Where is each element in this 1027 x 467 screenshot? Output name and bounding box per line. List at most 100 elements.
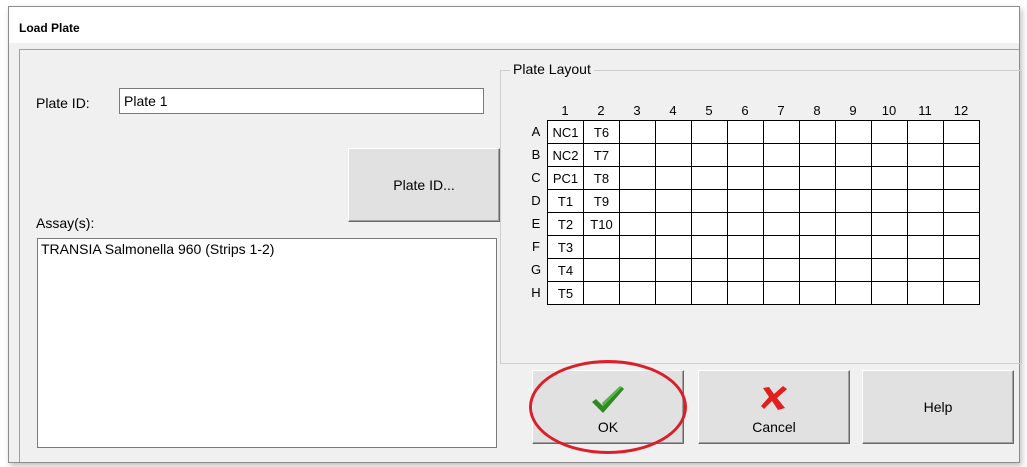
plate-well[interactable] [727, 120, 764, 144]
plate-well[interactable] [619, 166, 656, 190]
plate-well[interactable] [763, 212, 800, 236]
plate-id-button[interactable]: Plate ID... [348, 148, 500, 222]
plate-well[interactable] [871, 258, 908, 282]
plate-well[interactable] [619, 258, 656, 282]
plate-well[interactable] [763, 166, 800, 190]
plate-well[interactable] [583, 235, 620, 259]
plate-well[interactable] [907, 166, 944, 190]
plate-well[interactable] [799, 281, 836, 305]
plate-well[interactable] [943, 235, 980, 259]
plate-well[interactable] [835, 235, 872, 259]
plate-well[interactable] [619, 235, 656, 259]
plate-well[interactable] [943, 258, 980, 282]
plate-well[interactable] [691, 281, 728, 305]
plate-well[interactable] [907, 235, 944, 259]
plate-well[interactable]: T8 [583, 166, 620, 190]
plate-well[interactable] [871, 212, 908, 236]
plate-well[interactable] [619, 120, 656, 144]
plate-well[interactable] [763, 281, 800, 305]
plate-well[interactable]: T9 [583, 189, 620, 213]
assay-list-item[interactable]: TRANSIA Salmonella 960 (Strips 1-2) [41, 241, 493, 257]
plate-well[interactable] [799, 120, 836, 144]
plate-well[interactable] [655, 166, 692, 190]
plate-well[interactable] [907, 258, 944, 282]
plate-well[interactable]: T10 [583, 212, 620, 236]
plate-well[interactable] [835, 212, 872, 236]
plate-well[interactable] [835, 189, 872, 213]
plate-well[interactable] [727, 235, 764, 259]
plate-well[interactable] [619, 143, 656, 167]
plate-well[interactable] [691, 166, 728, 190]
plate-well[interactable]: NC2 [547, 143, 584, 167]
plate-well[interactable] [871, 120, 908, 144]
plate-id-input[interactable]: Plate 1 [119, 88, 484, 114]
plate-well[interactable] [907, 120, 944, 144]
plate-well[interactable] [583, 281, 620, 305]
plate-well[interactable] [691, 143, 728, 167]
plate-well[interactable] [619, 281, 656, 305]
plate-well[interactable] [907, 143, 944, 167]
plate-well[interactable] [799, 258, 836, 282]
plate-well[interactable] [583, 258, 620, 282]
help-button[interactable]: Help [862, 370, 1014, 444]
plate-well[interactable] [727, 166, 764, 190]
plate-well[interactable]: T1 [547, 189, 584, 213]
plate-well[interactable] [727, 258, 764, 282]
plate-well[interactable]: T4 [547, 258, 584, 282]
plate-well[interactable] [835, 143, 872, 167]
ok-button[interactable]: OK [532, 370, 684, 444]
plate-well[interactable] [907, 212, 944, 236]
plate-well[interactable]: T5 [547, 281, 584, 305]
plate-well[interactable] [871, 143, 908, 167]
plate-well[interactable] [727, 212, 764, 236]
plate-well[interactable] [907, 281, 944, 305]
plate-well[interactable] [655, 212, 692, 236]
plate-well[interactable]: T3 [547, 235, 584, 259]
plate-well[interactable]: T7 [583, 143, 620, 167]
plate-well[interactable] [763, 258, 800, 282]
plate-well[interactable] [799, 143, 836, 167]
plate-well[interactable] [619, 212, 656, 236]
plate-well[interactable] [691, 235, 728, 259]
plate-well[interactable] [655, 120, 692, 144]
plate-well[interactable] [655, 258, 692, 282]
plate-well[interactable] [799, 212, 836, 236]
plate-well[interactable] [799, 166, 836, 190]
plate-well[interactable] [943, 212, 980, 236]
plate-well[interactable]: T6 [583, 120, 620, 144]
plate-well[interactable] [619, 189, 656, 213]
plate-well[interactable] [799, 235, 836, 259]
plate-well[interactable] [943, 120, 980, 144]
plate-well[interactable] [655, 189, 692, 213]
plate-well[interactable] [943, 143, 980, 167]
plate-well[interactable] [763, 120, 800, 144]
plate-well[interactable] [871, 235, 908, 259]
plate-well[interactable] [835, 120, 872, 144]
plate-well[interactable] [835, 281, 872, 305]
plate-well[interactable] [871, 281, 908, 305]
plate-well[interactable] [799, 189, 836, 213]
plate-well[interactable] [943, 166, 980, 190]
plate-well[interactable] [691, 212, 728, 236]
cancel-button[interactable]: Cancel [698, 370, 850, 444]
plate-well[interactable] [727, 281, 764, 305]
plate-well[interactable] [943, 189, 980, 213]
plate-well[interactable]: T2 [547, 212, 584, 236]
plate-well[interactable] [763, 189, 800, 213]
assay-list[interactable]: TRANSIA Salmonella 960 (Strips 1-2) [37, 238, 497, 448]
plate-well[interactable] [763, 143, 800, 167]
plate-well[interactable] [835, 258, 872, 282]
plate-well[interactable] [691, 120, 728, 144]
plate-well[interactable] [691, 189, 728, 213]
plate-well[interactable] [655, 143, 692, 167]
plate-well[interactable] [871, 189, 908, 213]
plate-well[interactable] [907, 189, 944, 213]
plate-well[interactable] [871, 166, 908, 190]
plate-well[interactable] [655, 281, 692, 305]
plate-well[interactable] [655, 235, 692, 259]
plate-well[interactable] [727, 143, 764, 167]
plate-well[interactable] [943, 281, 980, 305]
plate-well[interactable] [691, 258, 728, 282]
plate-well[interactable]: PC1 [547, 166, 584, 190]
plate-well[interactable] [727, 189, 764, 213]
